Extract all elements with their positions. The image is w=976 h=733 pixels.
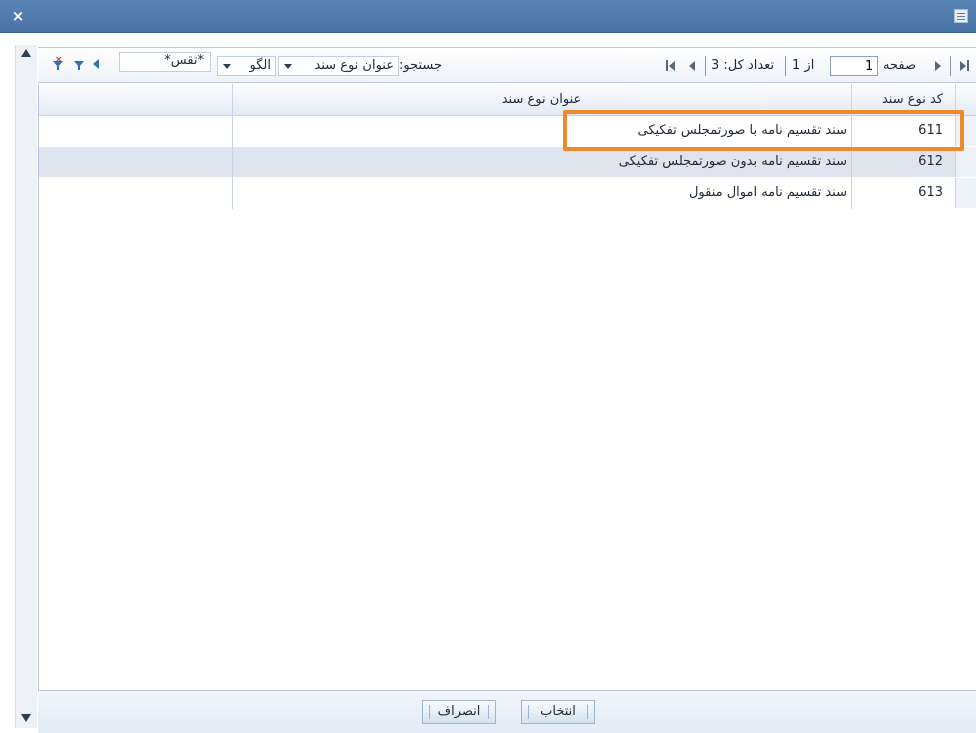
page-of-label: از 1 <box>792 58 815 73</box>
scroll-up-icon[interactable] <box>21 49 31 57</box>
row-selector[interactable] <box>955 178 976 208</box>
row-code: 612 <box>918 154 943 169</box>
row-title: سند تقسیم نامه بدون صورتمجلس تفکیکی <box>618 154 847 169</box>
total-count-label: تعداد کل: 3 <box>711 58 775 73</box>
row-title: سند تقسیم نامه اموال منقول <box>688 185 847 200</box>
next-page-button[interactable] <box>685 57 699 75</box>
dialog-titlebar: × <box>0 0 976 33</box>
apply-filter-icon[interactable] <box>93 59 99 71</box>
column-divider <box>232 84 233 209</box>
row-selector[interactable] <box>955 147 976 177</box>
chevron-down-icon <box>223 64 231 69</box>
search-field-value: عنوان نوع سند <box>314 58 394 73</box>
first-page-button[interactable] <box>958 57 972 75</box>
pattern-select-value: الگو <box>249 58 271 73</box>
window-menu-icon[interactable] <box>954 9 968 23</box>
page-number-input[interactable] <box>830 56 878 76</box>
grid-toolbar: صفحه از 1 تعداد کل: 3 جستجو: عنوان نوع س… <box>38 47 976 83</box>
table-row[interactable]: 612 سند تقسیم نامه بدون صورتمجلس تفکیکی <box>39 147 976 177</box>
close-icon[interactable]: × <box>10 8 26 24</box>
previous-page-button[interactable] <box>931 57 945 75</box>
row-selector[interactable] <box>955 116 976 146</box>
search-field-select[interactable]: عنوان نوع سند <box>278 56 399 76</box>
chevron-down-icon <box>284 64 292 69</box>
vertical-scrollbar[interactable] <box>15 45 37 728</box>
column-divider <box>851 84 852 209</box>
select-button[interactable]: انتخاب <box>521 700 595 724</box>
page-label: صفحه <box>883 58 916 73</box>
row-code: 611 <box>918 123 943 138</box>
header-code[interactable]: کد نوع سند <box>851 84 949 116</box>
cancel-button[interactable]: انصراف <box>422 700 496 724</box>
table-row[interactable]: 613 سند تقسیم نامه اموال منقول <box>39 178 976 208</box>
last-page-button[interactable] <box>663 57 677 75</box>
table-row[interactable]: 611 سند تقسیم نامه با صورتمجلس تفکیکی <box>39 116 976 146</box>
pattern-select[interactable]: الگو <box>217 56 276 76</box>
column-divider <box>955 84 956 116</box>
header-title[interactable]: عنوان نوع سند <box>232 84 851 116</box>
document-type-grid: کد نوع سند عنوان نوع سند 611 سند تقسیم ن… <box>38 84 976 690</box>
grid-header: کد نوع سند عنوان نوع سند <box>39 84 976 116</box>
dialog-left-border <box>0 33 8 733</box>
row-code: 613 <box>918 185 943 200</box>
dialog-footer: انتخاب انصراف <box>38 690 976 733</box>
clear-filter-icon[interactable] <box>53 55 63 70</box>
row-title: سند تقسیم نامه با صورتمجلس تفکیکی <box>637 123 847 138</box>
search-input[interactable]: *تقس* <box>119 52 211 72</box>
scroll-down-icon[interactable] <box>21 714 31 722</box>
search-label: جستجو: <box>399 58 443 73</box>
filter-icon[interactable] <box>74 61 84 70</box>
